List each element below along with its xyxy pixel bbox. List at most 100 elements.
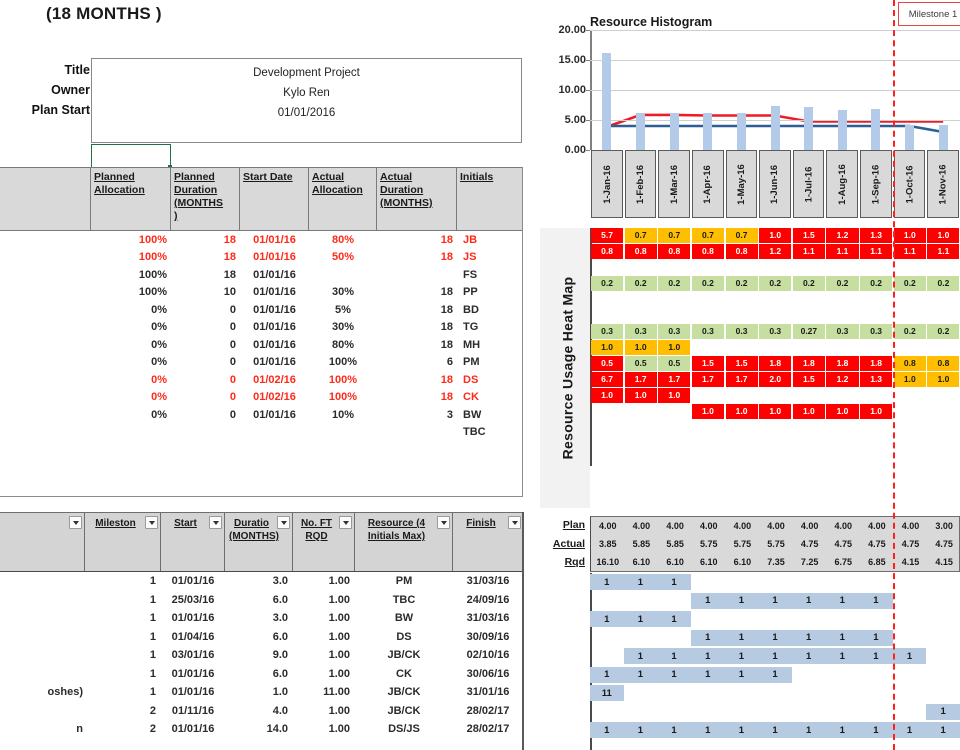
heatmap-row: 0.8 0.8 0.8 0.8 0.8 1.2 1.1 1.1 1.1 1.1 1.1: [590, 244, 960, 260]
cell: 18: [440, 391, 453, 404]
project-plan-start-value[interactable]: 01/01/2016: [92, 103, 521, 123]
month-header-cell: 1-Feb-16: [624, 150, 657, 218]
heatmap-cell: 6.7: [591, 372, 624, 387]
bottom-gantt-chart: 1 1 1 1 1 1 1 1 1 1 1 1 1 1 1 1 1 1 1 1 1 1 1 1 1 1 1 1 1 1 1 1 1 11 1 1 1 1 1…: [590, 573, 960, 750]
heatmap-cell: 0.2: [792, 276, 825, 291]
chevron-down-icon[interactable]: [508, 516, 521, 529]
cell: 3: [446, 408, 453, 421]
cell: 2: [149, 723, 156, 736]
table-row[interactable]: 100% 10 01/01/16 30% 18 PP: [0, 284, 523, 302]
table-row[interactable]: 1 01/01/16 3.0 1.00 BW 31/03/16: [0, 609, 523, 628]
cell: 6.0: [272, 593, 288, 606]
col-start[interactable]: Start: [161, 513, 225, 571]
cell: BD: [463, 303, 479, 316]
project-title-value[interactable]: Development Project: [92, 63, 521, 83]
table-row[interactable]: 100% 18 01/01/16 FS: [0, 266, 523, 284]
cell: 03/01/16: [171, 649, 215, 662]
task-table-body: 1 01/01/16 3.0 1.00 PM 31/03/16 1 25/03/16 6.0 1.…: [0, 572, 523, 739]
cell: PM: [395, 575, 413, 588]
cell: 100%: [328, 391, 358, 404]
milestone-label-box[interactable]: Milestone 1: [897, 2, 960, 26]
col-description[interactable]: [0, 513, 85, 571]
month-header-cell: 1-Jun-16: [759, 150, 791, 218]
gantt-cell-value: 1: [805, 724, 812, 736]
gantt-cell-value: 1: [772, 724, 778, 736]
milestone-marker-line: [892, 0, 895, 750]
table-row[interactable]: 100% 18 01/01/16 50% 18 JS: [0, 249, 523, 267]
label-plan-start: Plan Start: [31, 103, 90, 117]
gantt-row: 1: [590, 703, 960, 722]
chart-bar: [669, 113, 679, 150]
heatmap-row: 0.3 0.3 0.3 0.3 0.3 0.3 0.27 0.3 0.3 0.2 0.2: [590, 324, 960, 340]
heatmap-cell: 1.2: [826, 372, 859, 387]
chevron-down-icon[interactable]: [437, 516, 450, 529]
table-row[interactable]: 1 01/01/16 6.0 1.00 CK 30/06/16: [0, 665, 523, 684]
cell: 100%: [328, 373, 358, 386]
cell: 1.00: [328, 612, 350, 625]
month-label: 1-May-16: [735, 163, 747, 205]
cell: 100%: [138, 268, 167, 281]
col-duration[interactable]: Duratio (MONTHS): [225, 513, 293, 571]
cell: 6: [446, 356, 453, 369]
gantt-cell-value: 1: [873, 632, 879, 643]
chevron-down-icon[interactable]: [69, 516, 82, 529]
table-row[interactable]: 0% 0 01/02/16 100% 18 DS: [0, 371, 523, 389]
heatmap-cell: 1.0: [927, 228, 960, 243]
gantt-cell-value: 1: [805, 650, 812, 662]
table-row[interactable]: oshes) 1 01/01/16 1.0 11.00 JB/CK 31/01/16: [0, 683, 523, 702]
gantt-cell-value: 1: [940, 706, 946, 717]
cell: 31/03/16: [466, 575, 510, 588]
cell: 30/06/16: [466, 667, 510, 680]
heatmap-cell: 0.5: [658, 356, 691, 371]
table-row[interactable]: 1 01/04/16 6.0 1.00 DS 30/09/16: [0, 628, 523, 647]
cell: BW: [394, 612, 414, 625]
heatmap-cell: 1.8: [860, 356, 893, 371]
col-milestone[interactable]: Mileston: [85, 513, 161, 571]
cell: 28/02/17: [466, 704, 510, 717]
heatmap-cell: 0.3: [658, 324, 691, 339]
gantt-cell-value: 1: [604, 613, 610, 625]
col-finish[interactable]: Finish: [453, 513, 523, 571]
gantt-cell-value: 1: [738, 669, 744, 680]
heatmap-cell: 0.2: [927, 276, 960, 291]
selected-cell[interactable]: [91, 144, 172, 169]
task-table-header: Mileston Start Duratio (MONTHS) No. FT R…: [0, 512, 523, 572]
table-row[interactable]: 0% 0 01/02/16 100% 18 CK: [0, 389, 523, 407]
chevron-down-icon[interactable]: [277, 516, 290, 529]
summary-cell: 3.85: [599, 539, 617, 549]
table-row[interactable]: 1 01/01/16 3.0 1.00 PM 31/03/16: [0, 572, 523, 591]
table-row[interactable]: 0% 0 01/01/16 5% 18 BD: [0, 301, 523, 319]
table-row[interactable]: 1 25/03/16 6.0 1.00 TBC 24/09/16: [0, 591, 523, 610]
chevron-down-icon[interactable]: [145, 516, 158, 529]
cell: 01/01/16: [171, 723, 215, 736]
summary-cell: 4.00: [800, 521, 819, 531]
col-fte-required[interactable]: No. FT RQD: [293, 513, 355, 571]
cell: 01/02/16: [253, 391, 296, 404]
table-row[interactable]: n 2 01/01/16 14.0 1.00 DS/JS 28/02/17: [0, 720, 523, 739]
heatmap-cell: 1.7: [658, 372, 691, 387]
table-row[interactable]: 0% 0 01/01/16 80% 18 MH: [0, 336, 523, 354]
table-row[interactable]: 100% 18 01/01/16 80% 18 JB: [0, 231, 523, 249]
table-row[interactable]: 1 03/01/16 9.0 1.00 JB/CK 02/10/16: [0, 646, 523, 665]
chart-y-tick-label: 0.00: [564, 144, 586, 156]
table-row[interactable]: 0% 0 01/01/16 100% 6 PM: [0, 354, 523, 372]
cell: JB: [463, 233, 478, 246]
table-row[interactable]: 2 01/11/16 4.0 1.00 JB/CK 28/02/17: [0, 702, 523, 721]
cell: 0: [229, 373, 236, 386]
chevron-down-icon[interactable]: [339, 516, 352, 529]
project-owner-value[interactable]: Kylo Ren: [92, 83, 521, 103]
task-table: Mileston Start Duratio (MONTHS) No. FT R…: [0, 512, 523, 739]
table-row[interactable]: TBC: [0, 424, 523, 442]
chevron-down-icon[interactable]: [209, 516, 222, 529]
gantt-cell-value: 1: [805, 632, 812, 643]
col-resource[interactable]: Resource (4 Initials Max): [355, 513, 453, 571]
table-row[interactable]: 0% 0 01/01/16 10% 3 BW: [0, 406, 523, 424]
cell: FS: [463, 268, 478, 281]
table-row[interactable]: 0% 0 01/01/16 30% 18 TG: [0, 319, 523, 337]
cell: 1.00: [328, 704, 350, 717]
cell: 18: [440, 321, 453, 334]
heatmap-cell: 1.0: [658, 388, 691, 403]
chart-title: Resource Histogram: [590, 15, 713, 29]
cell: 100%: [138, 233, 167, 246]
heatmap-cell: 1.0: [658, 340, 691, 355]
